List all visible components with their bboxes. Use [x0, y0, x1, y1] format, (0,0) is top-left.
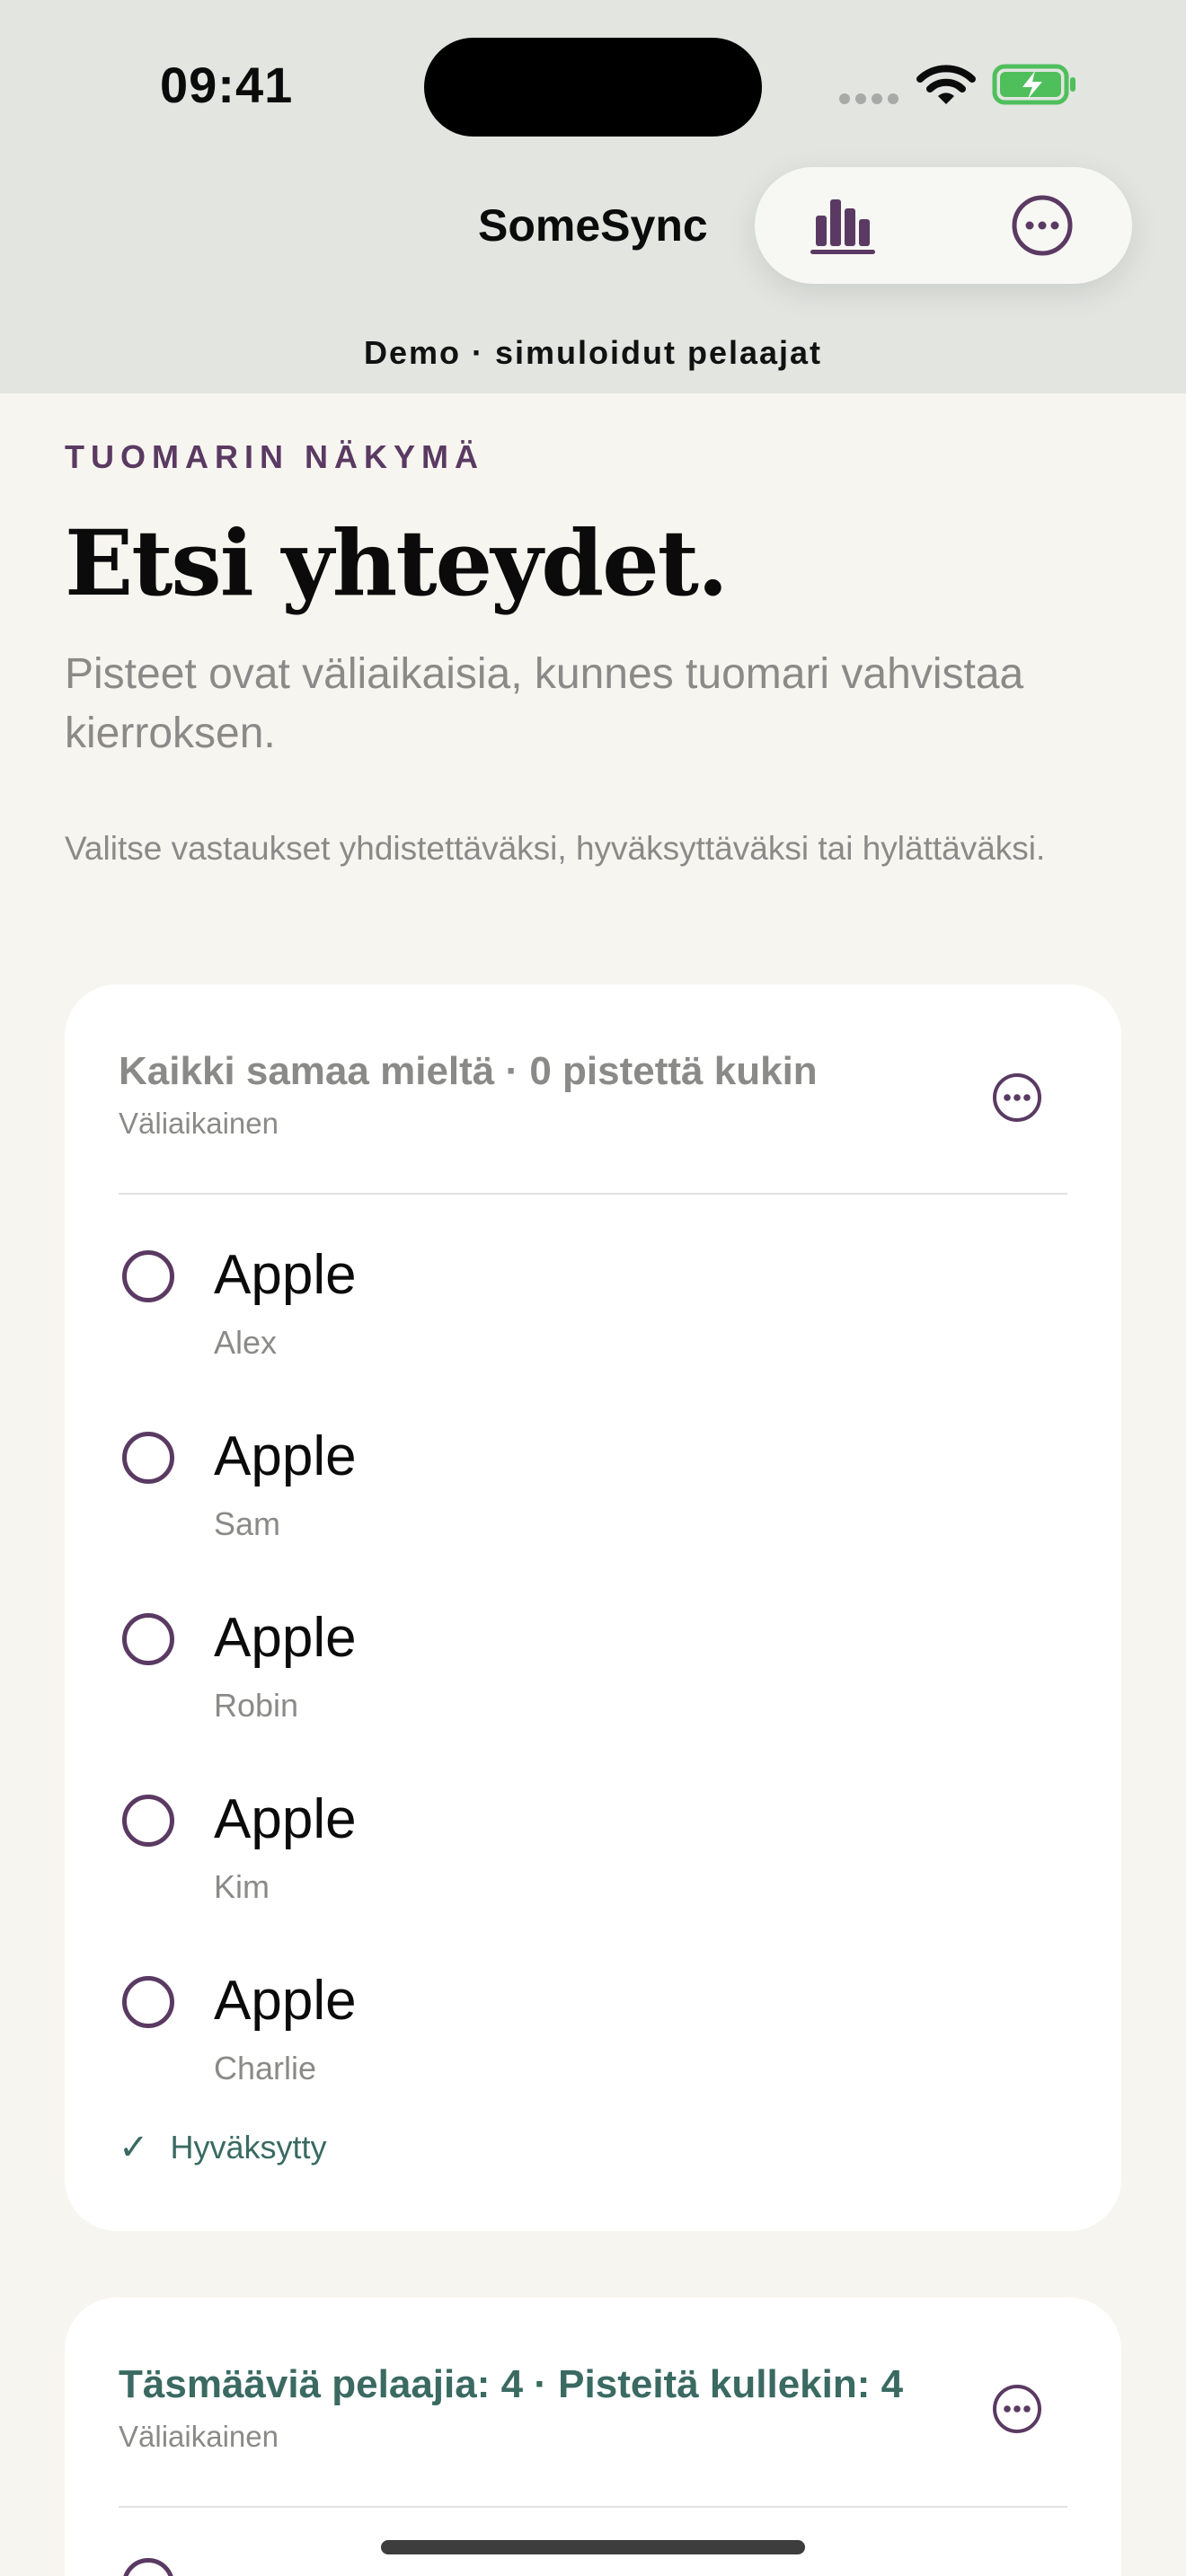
player-name: Sam [214, 1505, 281, 1542]
leaderboard-button[interactable] [807, 190, 879, 261]
cellular-signal-icon [839, 93, 898, 104]
group-more-icon[interactable] [990, 1071, 1044, 1125]
top-bar: 09:41 SomeSync Demo · simuloidut pelaaja… [0, 0, 1186, 393]
group-title: Kaikki samaa mieltä · 0 pistettä kukin [119, 1049, 818, 1093]
answer-text: Apple [214, 1607, 357, 1669]
select-radio[interactable] [122, 1250, 174, 1302]
page-title: Etsi yhteydet. [65, 510, 729, 616]
answer-row[interactable]: Apple Kim [119, 1782, 1067, 1963]
select-radio[interactable] [122, 2558, 174, 2576]
answer-group-card: Kaikki samaa mieltä · 0 pistettä kukin V… [65, 984, 1121, 2231]
answer-row[interactable]: Apple Robin [119, 1601, 1067, 1782]
group-header: Täsmääviä pelaajia: 4 · Pisteitä kulleki… [119, 2362, 1013, 2454]
group-more-icon[interactable] [990, 2382, 1044, 2436]
ellipsis-circle-icon [1012, 195, 1073, 256]
answer-row[interactable]: Apple Sam [119, 1419, 1067, 1601]
answer-text: Apple [214, 1425, 357, 1487]
player-name: Kim [214, 1868, 270, 1905]
player-name: Charlie [214, 2050, 317, 2086]
checkmark-icon: ✓ [119, 2128, 149, 2167]
divider [119, 1193, 1067, 1195]
select-radio[interactable] [122, 1976, 174, 2028]
answer-group-card: Täsmääviä pelaajia: 4 · Pisteitä kulleki… [65, 2298, 1121, 2576]
answer-list: Apple Alex Apple Sam Apple Robin Apple K… [119, 1238, 1067, 2145]
bar-chart-icon [810, 199, 875, 254]
player-name: Alex [214, 1324, 278, 1361]
answer-text: Apple [214, 1244, 357, 1306]
answer-row[interactable]: Apple Charlie [119, 1963, 1067, 2145]
approved-label: Hyväksytty [170, 2129, 327, 2166]
group-title: Täsmääviä pelaajia: 4 · Pisteitä kulleki… [119, 2362, 904, 2406]
home-indicator [381, 2540, 805, 2554]
divider [119, 2506, 1067, 2508]
toolbar-pill [755, 167, 1132, 284]
answer-row[interactable]: Apple Alex [119, 1238, 1067, 1419]
page-subtitle: Pisteet ovat väliaikaisia, kunnes tuomar… [65, 650, 1024, 757]
group-status: Väliaikainen [119, 2420, 279, 2453]
group-header: Kaikki samaa mieltä · 0 pistettä kukin V… [119, 1049, 1013, 1141]
answer-text: Apple [214, 1788, 357, 1850]
answer-text: Apple [214, 1970, 357, 2032]
more-options-button[interactable] [1006, 190, 1078, 261]
group-status: Väliaikainen [119, 1107, 279, 1140]
approved-status: ✓ Hyväksytty [119, 2127, 327, 2168]
player-name: Robin [214, 1687, 299, 1724]
app-title: SomeSync [478, 200, 708, 251]
demo-mode-label: Demo · simuloidut pelaajat [363, 334, 823, 371]
wifi-icon [916, 65, 976, 104]
select-radio[interactable] [122, 1613, 174, 1665]
select-radio[interactable] [122, 1795, 174, 1847]
status-time: 09:41 [160, 57, 294, 113]
instructions-text: Valitse vastaukset yhdistettäväksi, hyvä… [65, 830, 1046, 867]
battery-charging-icon [992, 64, 1075, 105]
eyebrow-label: TUOMARIN NÄKYMÄ [65, 438, 484, 475]
dynamic-island [424, 38, 762, 137]
select-radio[interactable] [122, 1432, 174, 1484]
